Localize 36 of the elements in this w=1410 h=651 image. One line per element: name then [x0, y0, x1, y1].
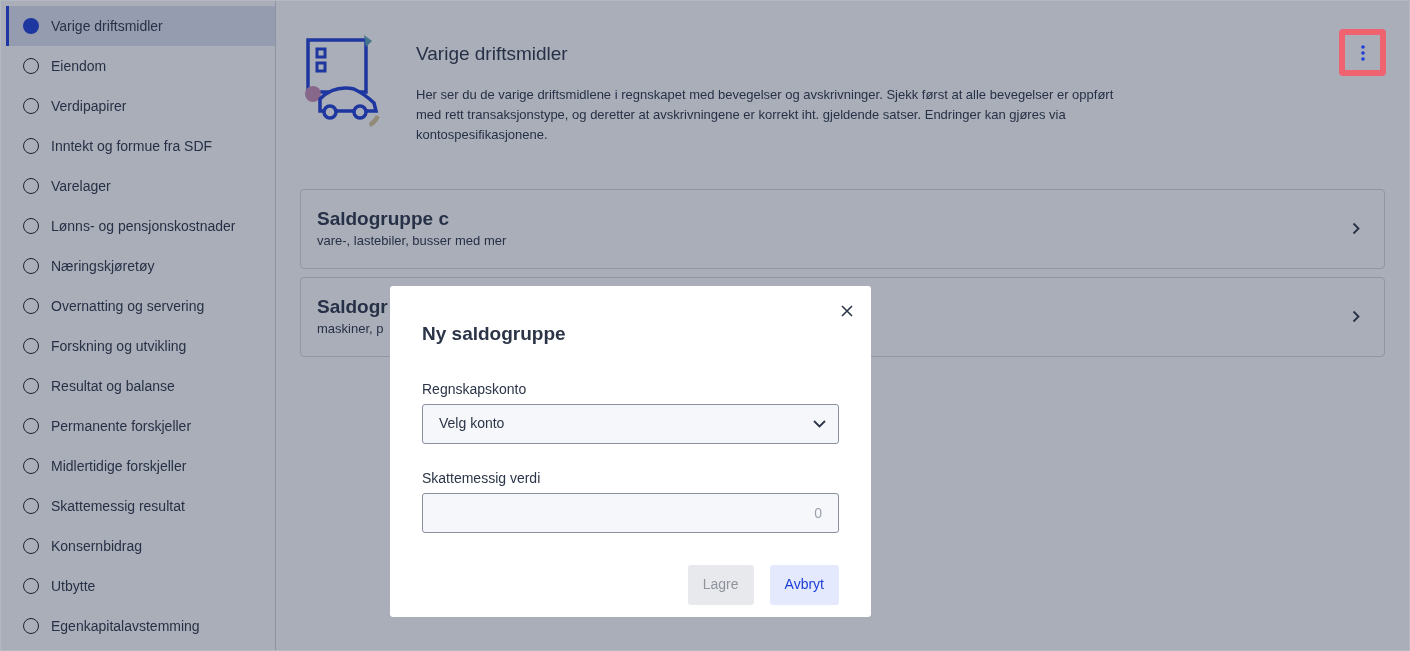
close-button[interactable] — [839, 303, 855, 319]
group-title: Saldogruppe c — [317, 206, 450, 231]
group-card[interactable]: Saldogruppe c vare-, lastebiler, busser med mer — [300, 188, 1385, 269]
selected-radio-icon — [23, 18, 39, 34]
value-input-field[interactable]: 0 — [422, 492, 839, 533]
account-dropdown[interactable]: Velg konto — [422, 403, 839, 444]
sidebar-item[interactable]: Varelager — [6, 166, 275, 206]
group-subtitle: maskiner, p — [317, 319, 385, 338]
chevron-right-icon — [1352, 222, 1360, 235]
group-title: Saldogr — [317, 294, 388, 319]
sidebar-item[interactable]: Verdipapirer — [6, 86, 275, 126]
chevron-right-icon — [1352, 310, 1360, 323]
sidebar-item[interactable]: Eiendom — [6, 46, 275, 86]
group-subtitle: vare-, lastebiler, busser med mer — [317, 231, 507, 250]
close-icon — [841, 305, 853, 317]
field-label: Skattemessig verdi — [422, 468, 542, 488]
sidebar-item[interactable]: Forskning og utvikling — [6, 326, 275, 366]
field-label: Regnskapskonto — [422, 379, 528, 399]
page-description: Her ser du de varige driftsmidlene i regnskapet med bevegelser og avskrivninger. Sjekk først at alle bevegelser er oppført med rett transaksjonstype, og deretter at avskrivningene er korrekt iht. gjeldende satser. Endringer kan gjøres via kontospesifikasjonene. — [416, 85, 1115, 144]
sidebar-item[interactable]: Egenkapitalavstemming — [6, 606, 275, 646]
sidebar-item[interactable]: Varige driftsmidler — [6, 6, 275, 46]
cancel-button[interactable]: Avbryt — [769, 564, 839, 605]
sidebar-item[interactable]: Konsernbidrag — [6, 526, 275, 566]
dialog-title: Ny saldogruppe — [422, 322, 567, 346]
sidebar-item[interactable]: Permanente forskjeller — [6, 406, 275, 446]
sidebar-item[interactable]: Lønns- og pensjonskostnader — [6, 206, 275, 246]
sidebar-item[interactable]: Resultat og balanse — [6, 366, 275, 406]
sidebar-item[interactable]: Midlertidige forskjeller — [6, 446, 275, 486]
sidebar-item[interactable]: Overnatting og servering — [6, 286, 275, 326]
sidebar-item[interactable]: Inntekt og formue fra SDF — [6, 126, 275, 166]
sidebar-item[interactable]: Skattemessig resultat — [6, 486, 275, 526]
chevron-down-icon — [813, 419, 826, 428]
sidebar-item[interactable]: Næringskjøretøy — [6, 246, 275, 286]
kebab-icon — [1360, 44, 1365, 61]
sidebar-item[interactable]: Utbytte — [6, 566, 275, 606]
page-title: Varige driftsmidler — [416, 42, 569, 66]
